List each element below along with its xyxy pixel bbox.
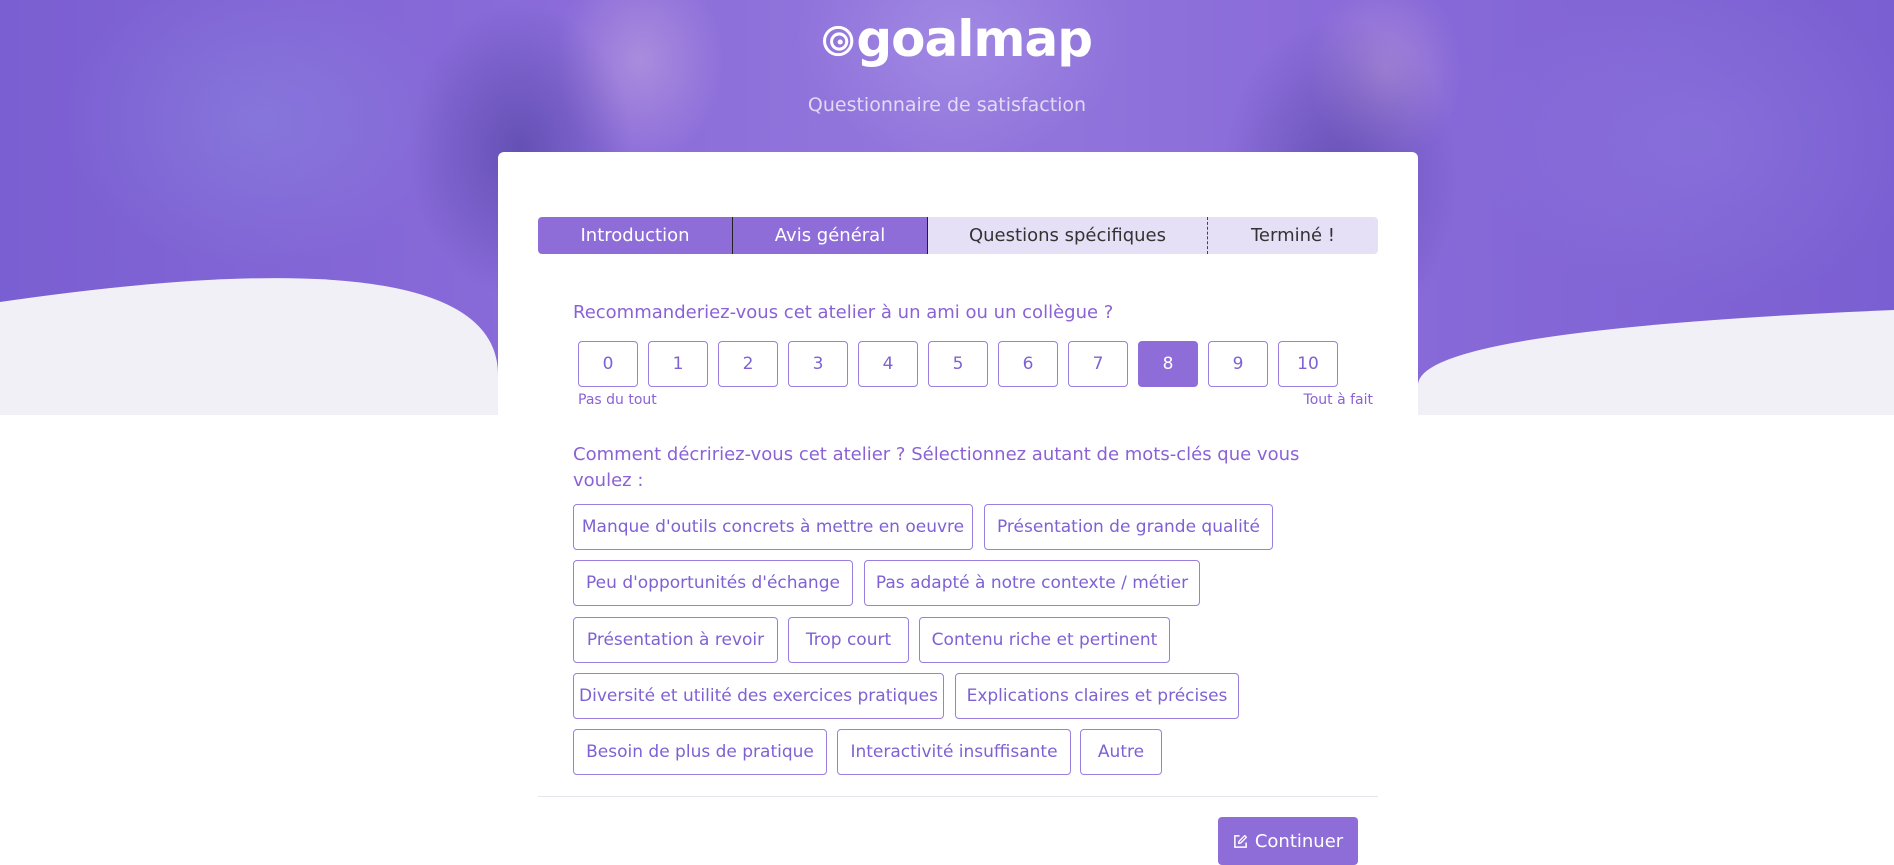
page-subtitle: Questionnaire de satisfaction [807,94,1087,116]
score-button-7[interactable]: 7 [1068,341,1128,387]
step-introduction[interactable]: Introduction [538,217,732,254]
keyword-chip[interactable]: Contenu riche et pertinent [919,617,1170,663]
score-button-6[interactable]: 6 [998,341,1058,387]
keyword-chip[interactable]: Peu d'opportunités d'échange [573,560,853,606]
question-recommendation: Recommanderiez-vous cet atelier à un ami… [573,302,1114,323]
logo-text: goalmap [856,10,1093,68]
score-button-8[interactable]: 8 [1138,341,1198,387]
logo[interactable]: goalmap [822,8,1093,74]
keyword-chip[interactable]: Explications claires et précises [955,673,1239,719]
score-button-10[interactable]: 10 [1278,341,1338,387]
questionnaire-card: Introduction Avis général Questions spéc… [498,152,1418,865]
footer-divider [538,796,1378,797]
keyword-chip[interactable]: Présentation à revoir [573,617,778,663]
score-button-1[interactable]: 1 [648,341,708,387]
step-avis-general[interactable]: Avis général [732,217,927,254]
score-button-3[interactable]: 3 [788,341,848,387]
keyword-chip[interactable]: Présentation de grande qualité [984,504,1273,550]
keyword-chip[interactable]: Besoin de plus de pratique [573,729,827,775]
score-button-9[interactable]: 9 [1208,341,1268,387]
edit-square-icon [1233,834,1247,848]
keyword-chip[interactable]: Pas adapté à notre contexte / métier [864,560,1200,606]
keyword-chip[interactable]: Diversité et utilité des exercices prati… [573,673,944,719]
continue-button[interactable]: Continuer [1218,817,1358,865]
continue-label: Continuer [1254,830,1344,852]
score-button-5[interactable]: 5 [928,341,988,387]
keyword-chip[interactable]: Manque d'outils concrets à mettre en oeu… [573,504,973,550]
scale-min-label: Pas du tout [578,392,657,408]
step-questions-specifiques[interactable]: Questions spécifiques [927,217,1207,254]
keyword-chip[interactable]: Autre [1080,729,1162,775]
keyword-chip[interactable]: Trop court [788,617,909,663]
question-keywords: Comment décririez-vous cet atelier ? Sél… [573,444,1300,491]
score-button-4[interactable]: 4 [858,341,918,387]
keyword-chip[interactable]: Interactivité insuffisante [837,729,1071,775]
goalmap-target-logo-icon [823,25,854,57]
step-termine[interactable]: Terminé ! [1207,217,1378,254]
score-button-0[interactable]: 0 [578,341,638,387]
progress-steps: Introduction Avis général Questions spéc… [538,217,1378,254]
score-button-2[interactable]: 2 [718,341,778,387]
scale-max-label: Tout à fait [1303,392,1373,408]
